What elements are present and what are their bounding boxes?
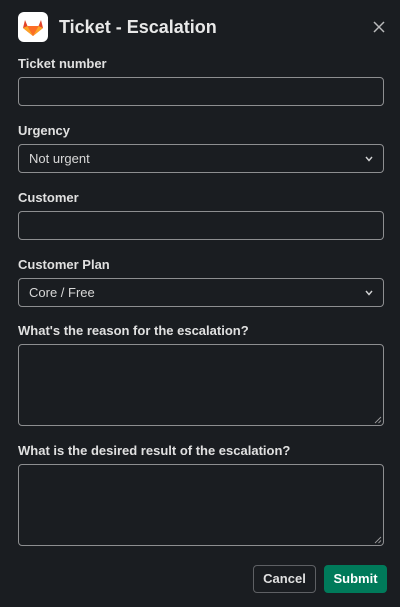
customer-input[interactable]	[18, 211, 384, 240]
resize-handle-icon[interactable]	[374, 416, 382, 424]
urgency-selected-value: Not urgent	[29, 151, 90, 166]
gitlab-app-icon	[18, 12, 48, 42]
modal-title: Ticket - Escalation	[59, 17, 217, 37]
chevron-down-icon	[364, 288, 374, 298]
gitlab-tanuki-icon	[23, 20, 43, 36]
desired-result-label: What is the desired result of the escala…	[18, 443, 291, 458]
chevron-down-icon	[364, 154, 374, 164]
submit-button[interactable]: Submit	[324, 565, 387, 593]
desired-result-textarea[interactable]	[18, 464, 384, 546]
urgency-select[interactable]: Not urgent	[18, 144, 384, 173]
customer-plan-label: Customer Plan	[18, 257, 110, 272]
ticket-number-input[interactable]	[18, 77, 384, 106]
customer-label: Customer	[18, 190, 79, 205]
reason-textarea[interactable]	[18, 344, 384, 426]
ticket-number-label: Ticket number	[18, 56, 107, 71]
urgency-label: Urgency	[18, 123, 71, 138]
reason-label: What's the reason for the escalation?	[18, 323, 249, 338]
cancel-button[interactable]: Cancel	[253, 565, 316, 593]
modal-header: Ticket - Escalation	[0, 0, 400, 56]
close-button[interactable]	[368, 16, 390, 38]
customer-plan-selected-value: Core / Free	[29, 285, 95, 300]
close-icon	[373, 21, 385, 33]
customer-plan-select[interactable]: Core / Free	[18, 278, 384, 307]
resize-handle-icon[interactable]	[374, 536, 382, 544]
escalation-modal: Ticket - Escalation Ticket number Urgenc…	[0, 0, 400, 607]
